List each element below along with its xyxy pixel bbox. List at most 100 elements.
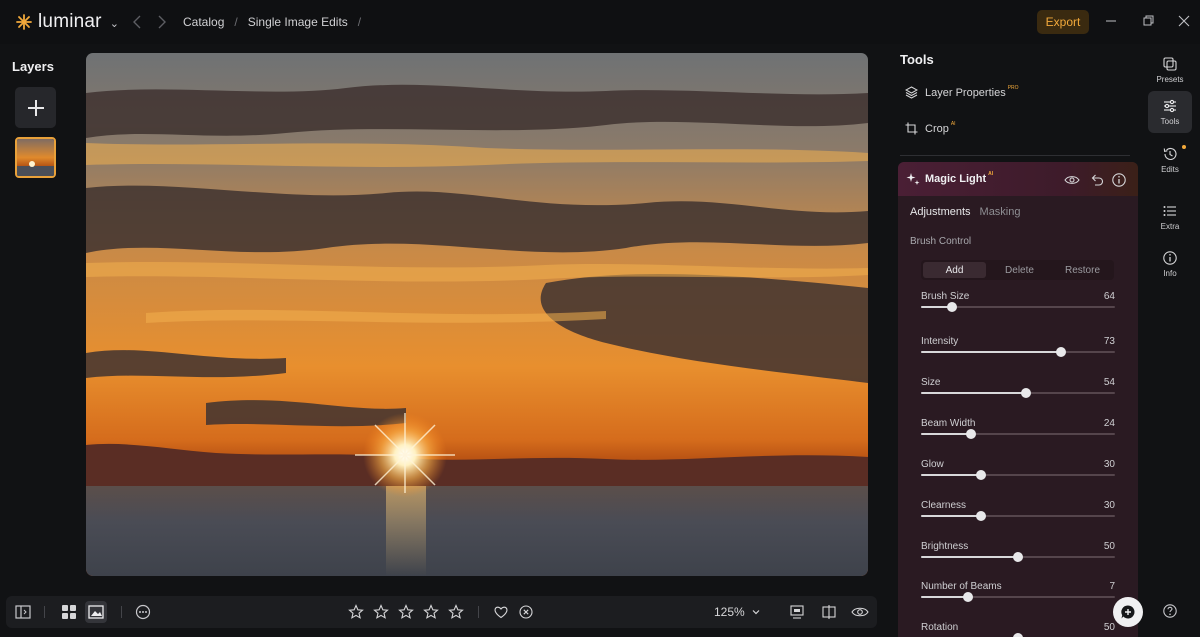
layers-stack-icon — [905, 86, 918, 99]
tools-title: Tools — [900, 52, 934, 67]
slider-thumb[interactable] — [947, 302, 958, 312]
slider-intensity[interactable]: Intensity 73 — [921, 336, 1115, 366]
feedback-chat-button[interactable] — [1113, 597, 1143, 627]
app-name: luminar — [38, 11, 102, 32]
toolbar-divider — [478, 606, 479, 618]
magic-light-tabs: Adjustments Masking — [910, 206, 1021, 218]
slider-fill — [921, 556, 1018, 558]
tool-info-button[interactable] — [1111, 172, 1127, 188]
chevron-right-icon — [158, 15, 166, 29]
star-icon — [373, 604, 389, 619]
reset-tool-button[interactable] — [1089, 172, 1105, 188]
rail-presets[interactable]: Presets — [1148, 50, 1192, 90]
rail-info[interactable]: Info — [1148, 244, 1192, 284]
breadcrumb-separator: / — [357, 15, 362, 29]
slider-number-of-beams[interactable]: Number of Beams 7 — [921, 581, 1115, 611]
preview-button[interactable] — [850, 602, 870, 622]
slider-fill — [921, 351, 1061, 353]
brush-mode-restore[interactable]: Restore — [1051, 260, 1114, 280]
crop-tool[interactable]: Crop AI — [905, 120, 956, 135]
tab-masking[interactable]: Masking — [980, 206, 1021, 218]
crop-icon — [905, 122, 918, 135]
magic-light-header[interactable]: Magic Light AI — [898, 162, 1138, 196]
slider-value: 24 — [1103, 418, 1115, 429]
brush-mode-add[interactable]: Add — [923, 262, 986, 278]
slider-thumb[interactable] — [1055, 347, 1066, 357]
layer-properties-tool[interactable]: Layer Properties PRO — [905, 85, 1019, 99]
more-options-button[interactable] — [133, 602, 153, 622]
rail-tools[interactable]: Tools — [1148, 91, 1192, 133]
slider-glow[interactable]: Glow 30 — [921, 459, 1115, 489]
slider-fill — [921, 433, 972, 435]
maximize-button[interactable] — [1139, 12, 1157, 30]
app-menu-button[interactable]: luminar ⌄ — [16, 11, 119, 33]
toolbar-divider — [44, 606, 45, 618]
forward-button[interactable] — [153, 13, 169, 31]
rating-star-5[interactable] — [446, 602, 466, 622]
add-layer-button[interactable] — [15, 87, 56, 128]
slider-brush-size[interactable]: Brush Size 64 — [921, 291, 1115, 321]
zoom-level: 125% — [714, 605, 745, 619]
rail-label: Extra — [1160, 222, 1180, 231]
star-icon — [398, 604, 414, 619]
toggle-visibility-button[interactable] — [1064, 172, 1080, 188]
favorite-button[interactable] — [491, 602, 511, 622]
slider-value: 73 — [1103, 336, 1115, 347]
rating-star-3[interactable] — [396, 602, 416, 622]
info-icon — [1112, 173, 1126, 187]
fit-to-screen-button[interactable] — [787, 602, 807, 622]
slider-label: Glow — [921, 459, 944, 470]
reject-button[interactable] — [516, 602, 536, 622]
single-image-view-button[interactable] — [85, 601, 107, 623]
toggle-sidebar-button[interactable] — [13, 602, 33, 622]
close-icon — [1178, 15, 1190, 27]
close-button[interactable] — [1175, 12, 1193, 30]
photo-canvas[interactable] — [86, 53, 868, 576]
slider-thumb[interactable] — [966, 429, 977, 439]
export-button[interactable]: Export — [1037, 10, 1089, 34]
grid-view-button[interactable] — [59, 602, 79, 622]
slider-thumb[interactable] — [1020, 388, 1031, 398]
chat-plus-icon — [1121, 605, 1135, 619]
compare-button[interactable] — [819, 602, 839, 622]
rail-label: Presets — [1156, 75, 1184, 84]
slider-clearness[interactable]: Clearness 30 — [921, 500, 1115, 530]
rail-extra[interactable]: Extra — [1148, 197, 1192, 237]
crop-label: Crop AI — [925, 120, 956, 135]
reject-circle-x-icon — [519, 605, 533, 619]
slider-thumb[interactable] — [1013, 633, 1023, 637]
slider-rotation[interactable]: Rotation 50 — [921, 622, 1115, 637]
slider-label: Brush Size — [921, 291, 970, 302]
slider-brightness[interactable]: Brightness 50 — [921, 541, 1115, 571]
back-button[interactable] — [130, 13, 146, 31]
brush-control-label: Brush Control — [910, 236, 972, 247]
edits-notification-dot — [1182, 145, 1186, 149]
brush-mode-delete[interactable]: Delete — [988, 260, 1051, 280]
slider-thumb[interactable] — [962, 592, 973, 602]
slider-thumb[interactable] — [976, 470, 987, 480]
sunset-photo — [86, 53, 868, 576]
slider-value: 7 — [1109, 581, 1115, 592]
slider-fill — [921, 474, 982, 476]
rating-star-4[interactable] — [421, 602, 441, 622]
slider-size[interactable]: Size 54 — [921, 377, 1115, 407]
grid-icon — [62, 605, 76, 619]
slider-label: Clearness — [921, 500, 967, 511]
tab-adjustments[interactable]: Adjustments — [910, 206, 971, 218]
zoom-dropdown[interactable]: 125% — [714, 605, 761, 619]
image-icon — [88, 605, 104, 619]
breadcrumb-single-image-edits[interactable]: Single Image Edits — [248, 15, 348, 29]
eye-icon — [1064, 176, 1080, 184]
rating-star-2[interactable] — [371, 602, 391, 622]
layer-thumbnail[interactable] — [15, 137, 56, 178]
extra-list-icon — [1163, 206, 1176, 216]
slider-thumb[interactable] — [976, 511, 987, 521]
minimize-button[interactable] — [1102, 12, 1120, 30]
slider-thumb[interactable] — [1013, 552, 1023, 562]
slider-label: Beam Width — [921, 418, 976, 429]
slider-beam-width[interactable]: Beam Width 24 — [921, 418, 1115, 448]
help-button[interactable] — [1162, 603, 1178, 619]
chevron-down-icon — [752, 610, 760, 615]
rating-star-1[interactable] — [346, 602, 366, 622]
breadcrumb-catalog[interactable]: Catalog — [183, 15, 224, 29]
